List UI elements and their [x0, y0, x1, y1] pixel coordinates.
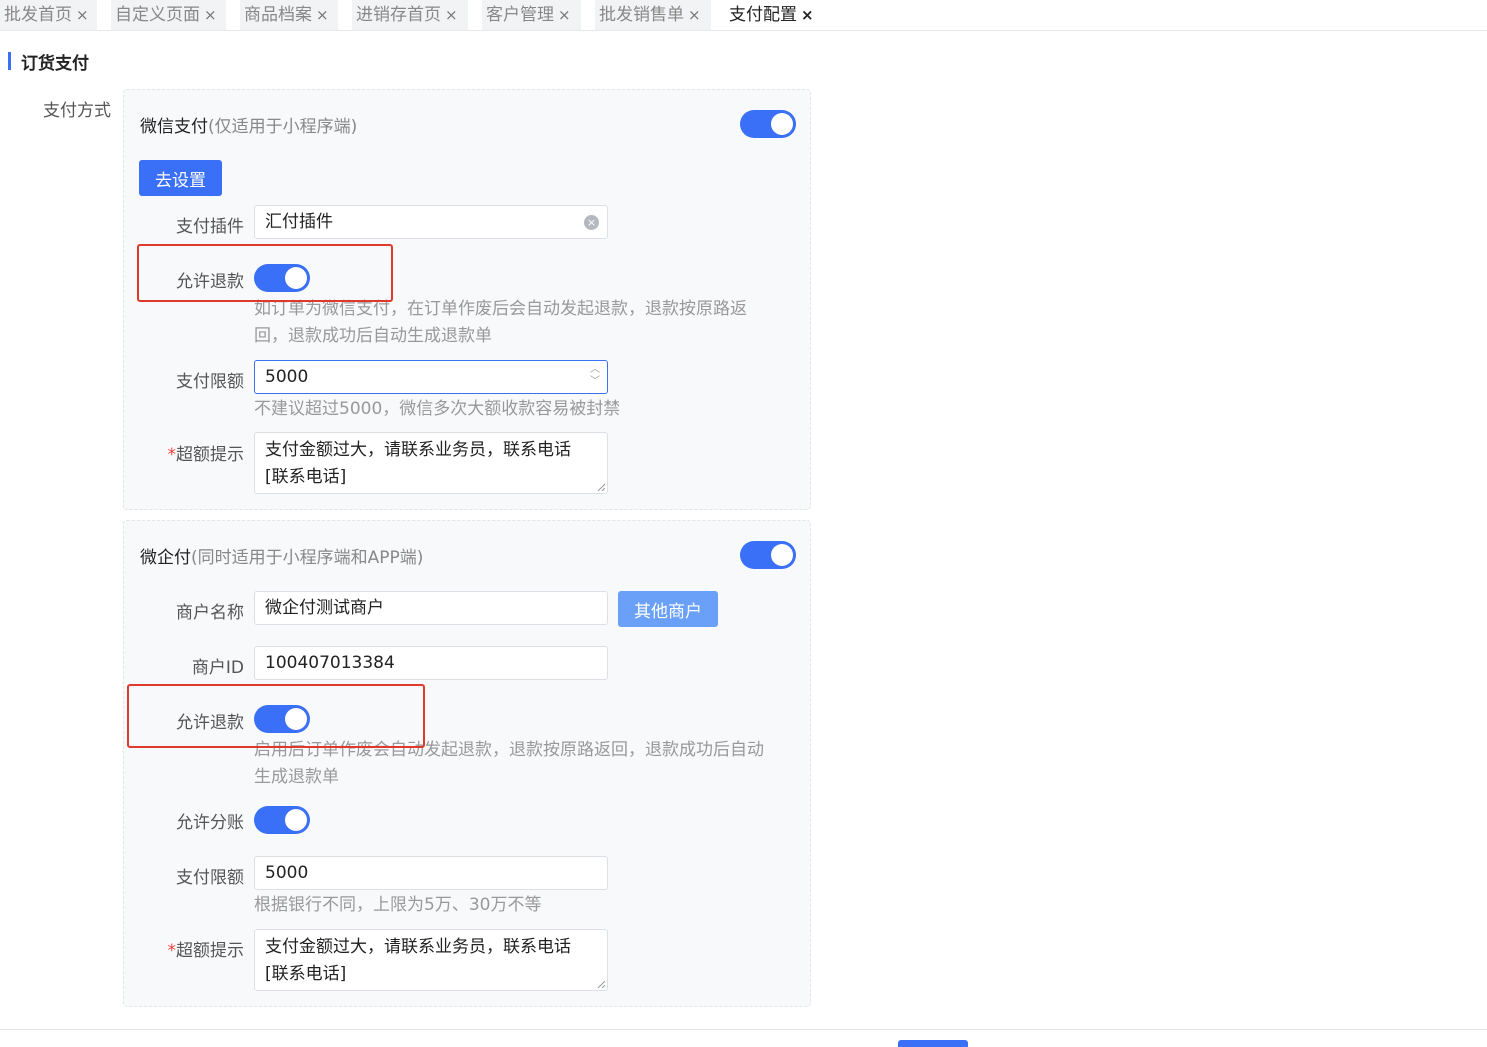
limit-value: 5000 [265, 367, 309, 387]
merchant-id-label: 商户ID [191, 658, 244, 678]
tab-label: 批发销售单 [599, 5, 684, 25]
close-icon[interactable]: × [445, 0, 458, 30]
hint-line: 生成退款单 [254, 767, 339, 787]
resize-grip-icon[interactable] [597, 980, 605, 988]
resize-grip-icon[interactable] [597, 483, 605, 491]
setup-button[interactable]: 去设置 [139, 160, 222, 196]
split-toggle[interactable] [254, 806, 310, 834]
tab-payment-config[interactable]: 支付配置 × [725, 0, 825, 30]
save-button[interactable] [898, 1040, 968, 1047]
tab-label: 商品档案 [244, 5, 312, 25]
clear-icon[interactable]: × [584, 215, 599, 230]
tab-label: 批发首页 [4, 5, 72, 25]
label-text: 超额提示 [176, 941, 244, 961]
wechat-pay-title: 微信支付(仅适用于小程序端) [140, 112, 357, 137]
merchant-name-value: 微企付测试商户 [265, 598, 384, 618]
merchant-id-value: 100407013384 [265, 653, 395, 673]
section-title: 订货支付 [21, 53, 89, 74]
limit-input[interactable]: 5000 [254, 856, 608, 890]
other-merchant-button[interactable]: 其他商户 [618, 591, 718, 627]
limit-hint: 不建议超过5000，微信多次大额收款容易被封禁 [254, 399, 621, 419]
plugin-value: 汇付插件 [265, 212, 333, 232]
tab-wholesale-home[interactable]: 批发首页 × [0, 0, 97, 30]
limit-label: 支付限额 [176, 372, 244, 392]
qipay-toggle[interactable] [740, 541, 796, 569]
label-text: 超额提示 [176, 445, 244, 465]
textarea-line: 支付金额过大，请联系业务员，联系电话 [265, 440, 571, 460]
hint-line: 回，退款成功后自动生成退款单 [254, 326, 492, 346]
tab-wholesale-sales-order[interactable]: 批发销售单 × [595, 0, 711, 30]
split-label: 允许分账 [176, 813, 244, 833]
merchant-name-input[interactable]: 微企付测试商户 [254, 591, 608, 625]
limit-input[interactable]: 5000 ︿ ﹀ [254, 360, 608, 394]
textarea-line: [联系电话] [265, 964, 347, 984]
highlight-box-qipay-refund [127, 684, 425, 748]
card-title-sub: (仅适用于小程序端) [208, 117, 358, 137]
tab-custom-page[interactable]: 自定义页面 × [111, 0, 226, 30]
tab-customer-management[interactable]: 客户管理 × [482, 0, 581, 30]
qipay-title: 微企付(同时适用于小程序端和APP端) [140, 543, 423, 568]
tab-label: 支付配置 [729, 5, 797, 25]
required-mark: * [167, 445, 177, 465]
card-title-sub: (同时适用于小程序端和APP端) [191, 548, 424, 568]
toggle-knob [285, 809, 307, 831]
chevron-down-icon[interactable]: ﹀ [590, 376, 600, 387]
textarea-line: 支付金额过大，请联系业务员，联系电话 [265, 937, 571, 957]
number-spinner[interactable]: ︿ ﹀ [589, 364, 601, 390]
limit-hint: 根据银行不同，上限为5万、30万不等 [254, 895, 542, 915]
tab-product-archive[interactable]: 商品档案 × [240, 0, 338, 30]
close-icon[interactable]: × [316, 0, 329, 30]
over-limit-textarea[interactable]: 支付金额过大，请联系业务员，联系电话 [联系电话] [254, 432, 608, 494]
required-mark: * [167, 941, 177, 961]
card-title-main: 微信支付 [140, 117, 208, 137]
close-icon[interactable]: × [76, 0, 89, 30]
tab-label: 进销存首页 [356, 5, 441, 25]
tab-inventory-home[interactable]: 进销存首页 × [352, 0, 468, 30]
close-icon[interactable]: × [558, 0, 571, 30]
tab-label: 客户管理 [486, 5, 554, 25]
merchant-id-input[interactable]: 100407013384 [254, 646, 608, 680]
toggle-knob [771, 113, 793, 135]
close-icon[interactable]: × [204, 0, 217, 30]
toggle-knob [771, 544, 793, 566]
tab-label: 自定义页面 [115, 5, 200, 25]
over-limit-label: *超额提示 [124, 936, 245, 961]
wechat-pay-toggle[interactable] [740, 110, 796, 138]
close-icon[interactable]: × [801, 0, 814, 30]
close-icon[interactable]: × [688, 0, 701, 30]
highlight-box-wechat-refund [137, 244, 393, 302]
qipay-card: 微企付(同时适用于小程序端和APP端) 商户名称 微企付测试商户 其他商户 商户… [123, 520, 811, 1007]
footer-divider [0, 1029, 1487, 1030]
section-header: 订货支付 [8, 50, 89, 74]
limit-label: 支付限额 [176, 868, 244, 888]
textarea-line: [联系电话] [265, 467, 347, 487]
over-limit-label: *超额提示 [124, 440, 245, 465]
card-title-main: 微企付 [140, 548, 191, 568]
limit-value: 5000 [265, 863, 309, 883]
section-accent-bar [8, 52, 11, 70]
plugin-select[interactable]: 汇付插件 × [254, 205, 608, 239]
plugin-label: 支付插件 [176, 217, 244, 237]
chevron-up-icon[interactable]: ︿ [590, 364, 600, 375]
merchant-name-label: 商户名称 [176, 603, 244, 623]
tab-bar: 批发首页 × 自定义页面 × 商品档案 × 进销存首页 × 客户管理 × 批发销售单 × 支… [0, 0, 1487, 31]
over-limit-textarea[interactable]: 支付金额过大，请联系业务员，联系电话 [联系电话] [254, 929, 608, 991]
payment-method-label: 支付方式 [43, 101, 111, 121]
refund-hint: 如订单为微信支付，在订单作废后会自动发起退款，退款按原路返 回，退款成功后自动生… [254, 296, 747, 350]
